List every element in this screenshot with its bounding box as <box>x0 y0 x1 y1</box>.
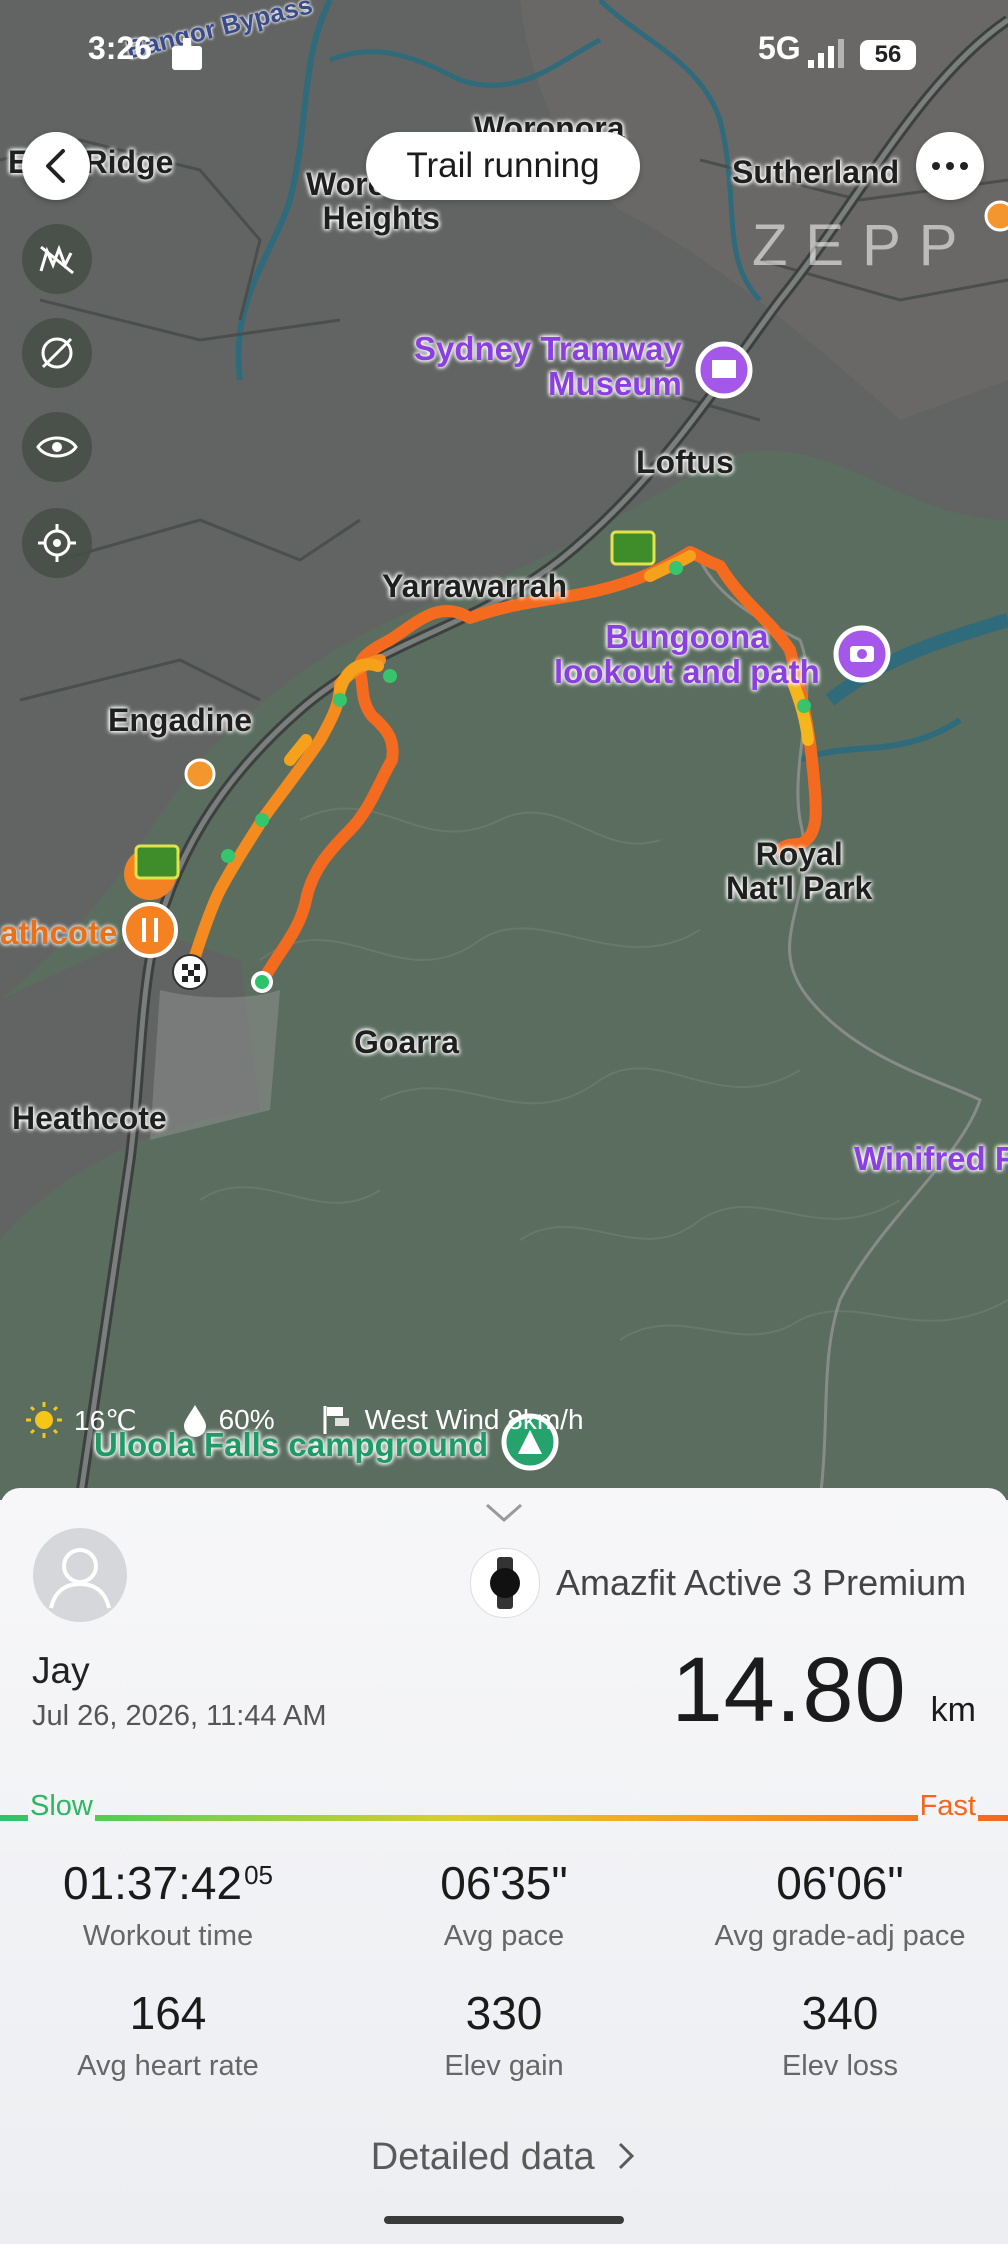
status-time: 3:26 <box>88 30 153 66</box>
battery-level: 56 <box>874 41 902 68</box>
device-name: Amazfit Active 3 Premium <box>556 1562 967 1603</box>
elev-gain-label: Elev gain <box>444 2050 564 2082</box>
stat-elev-gain: 330 Elev gain <box>336 1986 672 2083</box>
avg-grade-adj-pace-label: Avg grade-adj pace <box>714 1920 966 1952</box>
elev-loss-value: 340 <box>801 1987 879 2039</box>
humidity-drop-icon <box>183 1405 206 1437</box>
view-mode-button[interactable] <box>22 412 92 482</box>
map-label-yarrawarrah: Yarrawarrah <box>382 568 568 604</box>
map-label-goarra: Goarra <box>354 1024 459 1060</box>
distance-unit: km <box>930 1691 976 1729</box>
eye-icon <box>36 436 78 458</box>
map-label-sutherland: Sutherland <box>732 154 900 190</box>
distance-value: 14.80 <box>671 1639 907 1741</box>
museum-pin-icon <box>695 341 753 399</box>
chevron-down-icon[interactable] <box>484 1502 524 1524</box>
notification-icon <box>172 38 202 70</box>
map-label-bungoona: Bungoona lookout and path <box>554 618 820 690</box>
wind-flag-icon <box>323 1406 349 1434</box>
temperature: 16℃ <box>74 1404 137 1436</box>
map-label-loftus: Loftus <box>636 444 734 480</box>
avg-pace-label: Avg pace <box>443 1920 565 1952</box>
avg-heart-rate-label: Avg heart rate <box>77 2050 259 2082</box>
hide-segments-button[interactable] <box>22 318 92 388</box>
elev-loss-label: Elev loss <box>781 2050 899 2082</box>
detailed-data-label: Detailed data <box>370 2136 595 2178</box>
workout-summary-sheet[interactable]: Amazfit Active 3 Premium Jay Jul 26, 202… <box>0 1488 1008 2244</box>
more-dots-icon <box>932 162 968 170</box>
stat-elev-loss: 340 Elev loss <box>672 1986 1008 2083</box>
device-info[interactable]: Amazfit Active 3 Premium <box>470 1548 966 1618</box>
locate-icon <box>38 524 76 562</box>
fast-label: Fast <box>917 1790 978 1823</box>
wind: West Wind 8km/h <box>364 1404 584 1435</box>
segment-off-icon <box>41 337 73 369</box>
stat-avg-heart-rate: 164 Avg heart rate <box>0 1986 336 2083</box>
zepp-watermark: ZEPP <box>752 213 976 278</box>
detailed-data-button[interactable]: Detailed data <box>0 2136 1008 2179</box>
chevron-right-icon <box>619 2142 635 2170</box>
back-arrow-icon <box>46 149 65 183</box>
map-label-engadine: Engadine <box>108 702 253 738</box>
km-marker-off-icon <box>39 244 74 275</box>
route-map[interactable]: Bangor Bypass E en Ridge Woronora Worono… <box>0 0 1008 1500</box>
avg-grade-adj-pace-value: 06'06" <box>776 1857 904 1909</box>
elev-gain-value: 330 <box>465 1987 543 2039</box>
more-options-button[interactable] <box>916 132 984 200</box>
map-label-sydney-tramway-museum: Sydney Tramway Museum <box>414 330 682 402</box>
battery-icon: 56 <box>860 40 916 70</box>
activity-type-pill: Trail running <box>366 132 640 200</box>
home-indicator[interactable] <box>384 2216 624 2224</box>
stat-avg-pace: 06'35" Avg pace <box>336 1856 672 1953</box>
avg-heart-rate-value: 164 <box>129 1987 207 2039</box>
workout-time-label: Workout time <box>82 1920 254 1952</box>
sun-icon <box>26 1402 62 1438</box>
recenter-button[interactable] <box>22 508 92 578</box>
avatar[interactable] <box>33 1528 127 1622</box>
status-network: 5G <box>758 30 801 66</box>
map-label-heathcote: Heathcote <box>12 1100 167 1136</box>
stat-avg-grade-adj-pace: 06'06" Avg grade-adj pace <box>672 1856 1008 1953</box>
user-name: Jay <box>32 1650 90 1691</box>
weather-row: 16℃ 60% West Wind 8km/h <box>24 1400 628 1440</box>
workout-date: Jul 26, 2026, 11:44 AM <box>32 1700 327 1732</box>
map-label-heathcote-restaurant: athcote <box>0 914 118 951</box>
distance-display: 14.80 km <box>671 1638 976 1743</box>
user-silhouette-icon <box>49 1548 111 1609</box>
workout-time-value: 01:37:42 <box>63 1857 243 1909</box>
back-button[interactable] <box>22 132 90 200</box>
pace-scale-bar <box>0 1815 1008 1821</box>
slow-label: Slow <box>28 1790 95 1823</box>
avg-pace-value: 06'35" <box>440 1857 568 1909</box>
stat-workout-time: 01:37:4205 Workout time <box>0 1856 336 1953</box>
humidity: 60% <box>218 1404 275 1435</box>
hide-km-markers-button[interactable] <box>22 224 92 294</box>
watch-icon <box>470 1548 540 1618</box>
workout-time-hundredths: 05 <box>244 1860 273 1890</box>
map-label-royal-natl-park: Royal Nat'l Park <box>726 836 873 906</box>
signal-icon <box>808 39 844 68</box>
viewpoint-pin-icon <box>833 625 891 683</box>
map-label-winifred: Winifred F <box>854 1140 1008 1177</box>
activity-type-label: Trail running <box>406 146 600 185</box>
